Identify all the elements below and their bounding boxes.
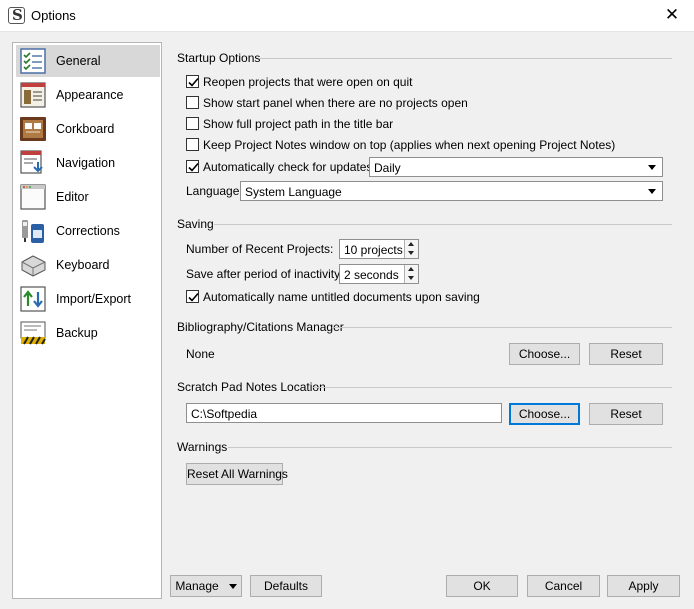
sidebar-item-label: Import/Export xyxy=(56,292,132,306)
sidebar-item-label: Corkboard xyxy=(56,122,115,136)
inactivity-label: Save after period of inactivity: xyxy=(186,267,344,281)
language-label: Language: xyxy=(186,184,243,198)
section-divider xyxy=(214,224,672,225)
section-divider xyxy=(228,447,672,448)
stepper-buttons[interactable] xyxy=(404,265,418,283)
sidebar-item-label: Backup xyxy=(56,326,98,340)
reset-all-warnings-button[interactable]: Reset All Warnings xyxy=(186,463,288,485)
backup-icon xyxy=(18,319,48,347)
corkboard-icon xyxy=(18,115,48,143)
update-frequency-value: Daily xyxy=(374,161,401,175)
cancel-button[interactable]: Cancel xyxy=(527,575,600,597)
full-path-label: Show full project path in the title bar xyxy=(203,117,394,131)
keyboard-icon xyxy=(18,251,48,279)
ok-button[interactable]: OK xyxy=(446,575,518,597)
close-button[interactable]: ✕ xyxy=(654,0,690,32)
manage-button[interactable]: Manage xyxy=(170,575,242,597)
start-panel-checkbox[interactable] xyxy=(186,96,199,109)
auto-update-checkbox[interactable] xyxy=(186,160,199,173)
scratch-pad-heading: Scratch Pad Notes Location xyxy=(177,380,326,394)
defaults-button[interactable]: Defaults xyxy=(250,575,322,597)
section-divider xyxy=(313,387,672,388)
bibliography-heading: Bibliography/Citations Manager xyxy=(177,320,344,334)
increment-icon[interactable] xyxy=(408,267,414,271)
increment-icon[interactable] xyxy=(408,242,414,246)
chevron-down-icon xyxy=(648,165,656,170)
sidebar-item-label: Appearance xyxy=(56,88,124,102)
scratch-pad-reset-button[interactable]: Reset xyxy=(589,403,663,425)
sidebar-item-editor[interactable]: Editor xyxy=(16,181,160,213)
auto-update-label: Automatically check for updates: xyxy=(203,160,376,174)
recent-projects-label: Number of Recent Projects: xyxy=(186,242,334,256)
sidebar-item-appearance[interactable]: Appearance xyxy=(16,79,160,111)
sidebar-item-backup[interactable]: Backup xyxy=(16,317,160,349)
notes-on-top-label: Keep Project Notes window on top (applie… xyxy=(203,138,616,152)
apply-button[interactable]: Apply xyxy=(607,575,680,597)
manage-label: Manage xyxy=(175,579,219,593)
corrections-icon xyxy=(18,217,48,245)
sidebar-item-keyboard[interactable]: Keyboard xyxy=(16,249,160,281)
start-panel-label: Show start panel when there are no proje… xyxy=(203,96,468,110)
recent-projects-stepper[interactable]: 10 projects xyxy=(339,239,419,259)
startup-options-heading: Startup Options xyxy=(177,51,261,65)
notes-on-top-checkbox[interactable] xyxy=(186,138,199,151)
warnings-heading: Warnings xyxy=(177,440,228,454)
stepper-buttons[interactable] xyxy=(404,240,418,258)
decrement-icon[interactable] xyxy=(408,276,414,280)
window-title: Options xyxy=(31,8,76,23)
scratch-pad-path-input[interactable]: C:\Softpedia xyxy=(186,403,502,423)
inactivity-value: 2 seconds xyxy=(344,268,399,282)
sidebar-item-label: Keyboard xyxy=(56,258,110,272)
chevron-down-icon xyxy=(228,584,237,590)
chevron-down-icon xyxy=(648,189,656,194)
sidebar-item-corrections[interactable]: Corrections xyxy=(16,215,160,247)
language-value: System Language xyxy=(245,185,342,199)
full-path-checkbox[interactable] xyxy=(186,117,199,130)
auto-name-checkbox[interactable] xyxy=(186,290,199,303)
section-divider xyxy=(332,327,672,328)
sidebar-item-label: Navigation xyxy=(56,156,116,170)
sidebar-item-navigation[interactable]: Navigation xyxy=(16,147,160,179)
auto-name-label: Automatically name untitled documents up… xyxy=(203,290,480,304)
scratch-pad-choose-button[interactable]: Choose... xyxy=(509,403,580,425)
update-frequency-select[interactable]: Daily xyxy=(369,157,663,177)
checklist-icon xyxy=(18,47,48,75)
sidebar-item-import-export[interactable]: Import/Export xyxy=(16,283,160,315)
saving-heading: Saving xyxy=(177,217,214,231)
section-divider xyxy=(260,58,672,59)
language-select[interactable]: System Language xyxy=(240,181,663,201)
sidebar-item-label: Editor xyxy=(56,190,89,204)
editor-icon xyxy=(18,183,48,211)
sidebar-item-general[interactable]: General xyxy=(16,45,160,77)
scratch-pad-path-value: C:\Softpedia xyxy=(191,407,258,421)
options-sidebar: General Appearance Corkboard Navigation … xyxy=(12,42,162,599)
bibliography-reset-button[interactable]: Reset xyxy=(589,343,663,365)
navigation-icon xyxy=(18,149,48,177)
recent-projects-value: 10 projects xyxy=(344,243,403,257)
bibliography-value: None xyxy=(186,347,215,361)
title-bar: S Options ✕ xyxy=(0,0,694,32)
sidebar-item-corkboard[interactable]: Corkboard xyxy=(16,113,160,145)
bibliography-choose-button[interactable]: Choose... xyxy=(509,343,580,365)
app-icon: S xyxy=(8,6,25,24)
appearance-icon xyxy=(18,81,48,109)
import-export-icon xyxy=(18,285,48,313)
decrement-icon[interactable] xyxy=(408,251,414,255)
inactivity-stepper[interactable]: 2 seconds xyxy=(339,264,419,284)
sidebar-item-label: Corrections xyxy=(56,224,120,238)
reopen-projects-label: Reopen projects that were open on quit xyxy=(203,75,413,89)
sidebar-item-label: General xyxy=(56,54,101,68)
reopen-projects-checkbox[interactable] xyxy=(186,75,199,88)
